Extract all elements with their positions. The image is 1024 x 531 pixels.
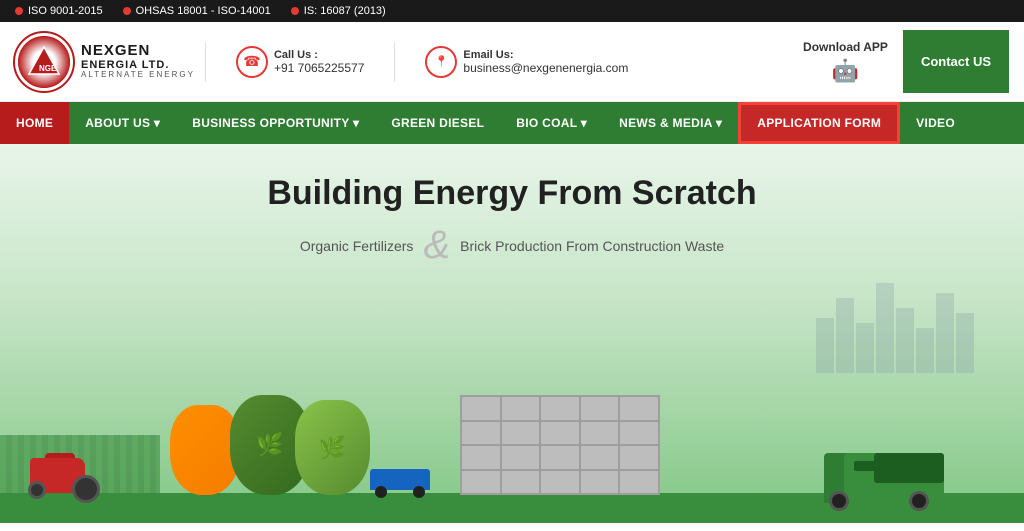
logo-svg: NGE [26, 44, 62, 80]
hero-subtitle: Organic Fertilizers & Brick Production F… [300, 223, 724, 268]
mini-truck-wheel-1 [375, 486, 387, 498]
android-icon: 🤖 [832, 58, 859, 84]
building-2 [836, 298, 854, 373]
building-7 [936, 293, 954, 373]
city-silhouette [816, 283, 974, 373]
truck-wheel-1 [829, 491, 849, 511]
nav-green-diesel[interactable]: GREEN DIESEL [375, 102, 500, 144]
cert-3-label: IS: 16087 (2013) [304, 5, 386, 17]
red-tractor [20, 443, 100, 503]
logo-area[interactable]: NGE NEXGEN ENERGIA LTD. ALTERNATE ENERGY [15, 33, 195, 91]
truck-body [844, 453, 944, 503]
leaf-icon-2: 🌿 [319, 435, 346, 461]
nav-application-form[interactable]: APPLICATION FORM [738, 102, 900, 144]
cert-dot-2 [123, 7, 131, 15]
email-text: Email Us: business@nexgenenergia.com [463, 49, 628, 75]
truck-wheel-2 [909, 491, 929, 511]
logo-alt: ALTERNATE ENERGY [81, 71, 195, 80]
email-value: business@nexgenenergia.com [463, 61, 628, 75]
logo-text: NEXGEN ENERGIA LTD. ALTERNATE ENERGY [81, 43, 195, 80]
ampersand-icon: & [423, 223, 450, 268]
nav-bio-coal[interactable]: BIO COAL ▾ [500, 102, 603, 144]
mini-truck-wheel-2 [413, 486, 425, 498]
logo-inner: NGE [18, 36, 70, 88]
nav-video[interactable]: VIDEO [900, 102, 971, 144]
call-label: Call Us : [274, 49, 364, 61]
email-block: 📍 Email Us: business@nexgenenergia.com [425, 46, 628, 78]
cert-dot-1 [15, 7, 23, 15]
nav-about[interactable]: ABOUT US ▾ [69, 102, 176, 144]
hero-section: Building Energy From Scratch Organic Fer… [0, 144, 1024, 523]
brick-wall [460, 395, 660, 495]
logo-title: NEXGEN [81, 43, 195, 60]
svg-text:NGE: NGE [39, 64, 57, 73]
divider-2 [394, 42, 395, 82]
green-truck [824, 433, 944, 503]
top-bar: ISO 9001-2015 OHSAS 18001 - ISO-14001 IS… [0, 0, 1024, 22]
cert-1: ISO 9001-2015 [15, 5, 103, 17]
building-1 [816, 318, 834, 373]
nav-news[interactable]: NEWS & MEDIA ▾ [603, 102, 738, 144]
nav-home[interactable]: HOME [0, 102, 69, 144]
building-5 [896, 308, 914, 373]
phone-block: ☎ Call Us : +91 7065225577 [236, 46, 364, 78]
mini-truck [370, 463, 430, 498]
header: NGE NEXGEN ENERGIA LTD. ALTERNATE ENERGY… [0, 22, 1024, 102]
cert-dot-3 [291, 7, 299, 15]
nav-bar: HOME ABOUT US ▾ BUSINESS OPPORTUNITY ▾ G… [0, 102, 1024, 144]
download-app[interactable]: Download APP 🤖 [803, 40, 888, 84]
tractor-wheel-small [28, 481, 46, 499]
logo-circle: NGE [15, 33, 73, 91]
email-icon: 📍 [425, 46, 457, 78]
cert-1-label: ISO 9001-2015 [28, 5, 103, 17]
tractor-wheel-big [72, 475, 100, 503]
contact-us-button[interactable]: Contact US [903, 30, 1009, 93]
building-6 [916, 328, 934, 373]
bag-green-light: 🌿 [295, 400, 370, 495]
building-8 [956, 313, 974, 373]
divider-1 [205, 42, 206, 82]
cert-3: IS: 16087 (2013) [291, 5, 386, 17]
truck-accent [854, 461, 939, 471]
phone-text: Call Us : +91 7065225577 [274, 49, 364, 75]
email-label: Email Us: [463, 49, 628, 61]
building-3 [856, 323, 874, 373]
nav-business[interactable]: BUSINESS OPPORTUNITY ▾ [176, 102, 375, 144]
hero-subtitle-left: Organic Fertilizers [300, 238, 414, 254]
hero-title: Building Energy From Scratch [267, 174, 756, 213]
hero-subtitle-right: Brick Production From Construction Waste [460, 238, 724, 254]
download-app-label: Download APP [803, 40, 888, 54]
ground-scene: 🌿 🌿 [0, 373, 1024, 523]
cert-2: OHSAS 18001 - ISO-14001 [123, 5, 271, 17]
cert-2-label: OHSAS 18001 - ISO-14001 [136, 5, 271, 17]
call-value: +91 7065225577 [274, 61, 364, 75]
phone-icon: ☎ [236, 46, 268, 78]
leaf-icon-1: 🌿 [256, 432, 283, 458]
building-4 [876, 283, 894, 373]
